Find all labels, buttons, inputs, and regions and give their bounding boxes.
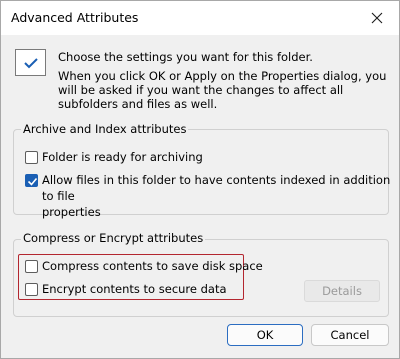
compress-checkbox-label[interactable]: Compress contents to save disk space: [42, 258, 263, 274]
indexing-label-line2: properties: [42, 205, 101, 219]
archiving-checkbox-label[interactable]: Folder is ready for archiving: [42, 149, 203, 165]
archive-index-group-label: Archive and Index attributes: [21, 122, 189, 136]
encrypt-checkbox-label[interactable]: Encrypt contents to secure data: [42, 281, 227, 297]
close-icon: [371, 12, 383, 24]
indexing-label-line1: Allow files in this folder to have conte…: [42, 173, 391, 203]
ok-button[interactable]: OK: [227, 324, 303, 346]
intro-text: Choose the settings you want for this fo…: [58, 50, 313, 64]
advanced-attributes-dialog: Advanced Attributes Choose the settings …: [0, 0, 400, 359]
folder-settings-checkmark-icon: [15, 49, 46, 76]
intro-description: When you click OK or Apply on the Proper…: [58, 69, 387, 111]
dialog-title: Advanced Attributes: [11, 10, 139, 25]
archiving-checkbox[interactable]: [25, 151, 38, 164]
check-icon: [27, 177, 38, 186]
close-button[interactable]: [355, 1, 399, 35]
cancel-button[interactable]: Cancel: [311, 324, 389, 346]
title-bar: Advanced Attributes: [1, 1, 399, 35]
compress-encrypt-group-label: Compress or Encrypt attributes: [21, 231, 206, 245]
details-button[interactable]: Details: [304, 280, 380, 302]
indexing-checkbox[interactable]: [25, 174, 38, 187]
compress-checkbox[interactable]: [25, 260, 38, 273]
encrypt-checkbox[interactable]: [25, 283, 38, 296]
indexing-checkbox-label[interactable]: Allow files in this folder to have conte…: [42, 172, 399, 220]
